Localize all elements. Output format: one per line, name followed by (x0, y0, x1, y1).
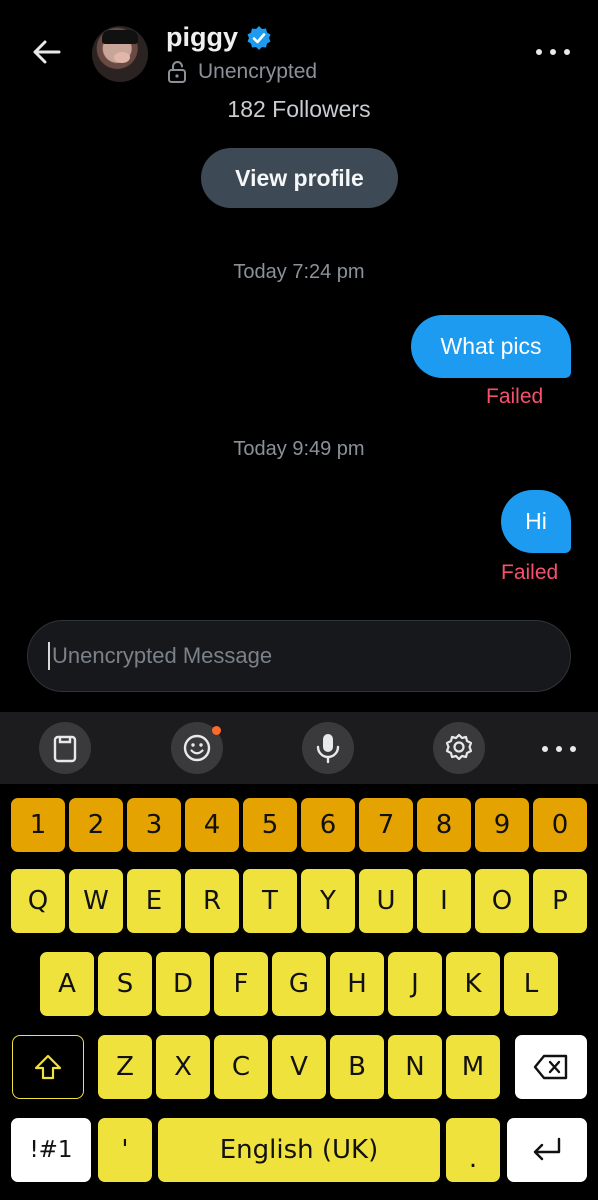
key-a[interactable]: A (39, 951, 95, 1017)
message-failed-status[interactable]: Failed (501, 561, 558, 585)
enter-arrow-icon (533, 1137, 561, 1161)
key-y[interactable]: Y (300, 868, 356, 934)
encryption-status-label: Unencrypted (198, 60, 318, 83)
sent-message-bubble[interactable]: Hi (501, 490, 571, 553)
shift-arrow-icon (34, 1054, 62, 1080)
more-options-button[interactable] (536, 40, 570, 64)
key-4[interactable]: 4 (184, 797, 240, 853)
key-s[interactable]: S (97, 951, 153, 1017)
message-composer[interactable] (27, 620, 571, 692)
message-input[interactable] (52, 643, 532, 669)
key-7[interactable]: 7 (358, 797, 414, 853)
space-key[interactable]: English (UK) (157, 1117, 441, 1183)
key-o[interactable]: O (474, 868, 530, 934)
settings-icon (445, 733, 473, 761)
message-timestamp: Today 9:49 pm (233, 438, 365, 460)
view-profile-button[interactable]: View profile (201, 148, 398, 208)
back-button[interactable] (28, 34, 64, 70)
unlocked-padlock-icon (168, 61, 186, 83)
apostrophe-key[interactable]: ' (97, 1117, 153, 1183)
symbols-key[interactable]: !#1 (10, 1117, 92, 1183)
key-i[interactable]: I (416, 868, 472, 934)
avatar[interactable] (92, 26, 148, 82)
backspace-key[interactable] (514, 1034, 588, 1100)
key-2[interactable]: 2 (68, 797, 124, 853)
key-r[interactable]: R (184, 868, 240, 934)
dot (550, 49, 556, 55)
key-q[interactable]: Q (10, 868, 66, 934)
backspace-icon (533, 1054, 568, 1080)
contact-name: piggy (166, 22, 238, 52)
dot (536, 49, 542, 55)
key-5[interactable]: 5 (242, 797, 298, 853)
keyboard: 1 2 3 4 5 6 7 8 9 0 Q W E R T Y U I O P … (0, 784, 598, 1200)
shift-key[interactable] (12, 1035, 84, 1099)
message-timestamp: Today 7:24 pm (233, 261, 365, 283)
followers-count: 182 Followers (227, 96, 371, 122)
key-b[interactable]: B (329, 1034, 385, 1100)
chat-header: piggy Unencrypted (0, 0, 598, 100)
arrow-left-icon (33, 40, 61, 64)
more-icon[interactable] (542, 746, 576, 752)
key-d[interactable]: D (155, 951, 211, 1017)
avatar-snout (114, 52, 130, 63)
key-n[interactable]: N (387, 1034, 443, 1100)
key-l[interactable]: L (503, 951, 559, 1017)
key-m[interactable]: M (445, 1034, 501, 1100)
clipboard-button[interactable] (39, 722, 91, 774)
contact-name-row[interactable]: piggy (166, 22, 272, 53)
key-k[interactable]: K (445, 951, 501, 1017)
dot (570, 746, 576, 752)
voice-input-button[interactable] (302, 722, 354, 774)
key-z[interactable]: Z (97, 1034, 153, 1100)
key-c[interactable]: C (213, 1034, 269, 1100)
key-9[interactable]: 9 (474, 797, 530, 853)
key-f[interactable]: F (213, 951, 269, 1017)
notification-dot (212, 726, 221, 735)
key-h[interactable]: H (329, 951, 385, 1017)
key-v[interactable]: V (271, 1034, 327, 1100)
dot (556, 746, 562, 752)
period-key[interactable]: . (445, 1117, 501, 1183)
enter-key[interactable] (506, 1117, 588, 1183)
key-x[interactable]: X (155, 1034, 211, 1100)
key-p[interactable]: P (532, 868, 588, 934)
microphone-icon (316, 734, 340, 764)
text-cursor (48, 642, 50, 670)
key-0[interactable]: 0 (532, 797, 588, 853)
dot (564, 49, 570, 55)
emoji-icon (183, 734, 211, 762)
keyboard-toolbar (0, 712, 598, 784)
key-3[interactable]: 3 (126, 797, 182, 853)
sent-message-bubble[interactable]: What pics (411, 315, 571, 378)
message-failed-status[interactable]: Failed (486, 385, 543, 409)
avatar-hat (102, 30, 138, 44)
key-j[interactable]: J (387, 951, 443, 1017)
key-w[interactable]: W (68, 868, 124, 934)
key-t[interactable]: T (242, 868, 298, 934)
clipboard-icon (53, 735, 77, 763)
key-u[interactable]: U (358, 868, 414, 934)
key-g[interactable]: G (271, 951, 327, 1017)
encryption-status: Unencrypted (166, 60, 317, 84)
dot (542, 746, 548, 752)
key-8[interactable]: 8 (416, 797, 472, 853)
key-1[interactable]: 1 (10, 797, 66, 853)
key-e[interactable]: E (126, 868, 182, 934)
emoji-button[interactable] (171, 722, 223, 774)
verified-badge-icon (247, 25, 271, 50)
key-6[interactable]: 6 (300, 797, 356, 853)
keyboard-settings-button[interactable] (433, 722, 485, 774)
